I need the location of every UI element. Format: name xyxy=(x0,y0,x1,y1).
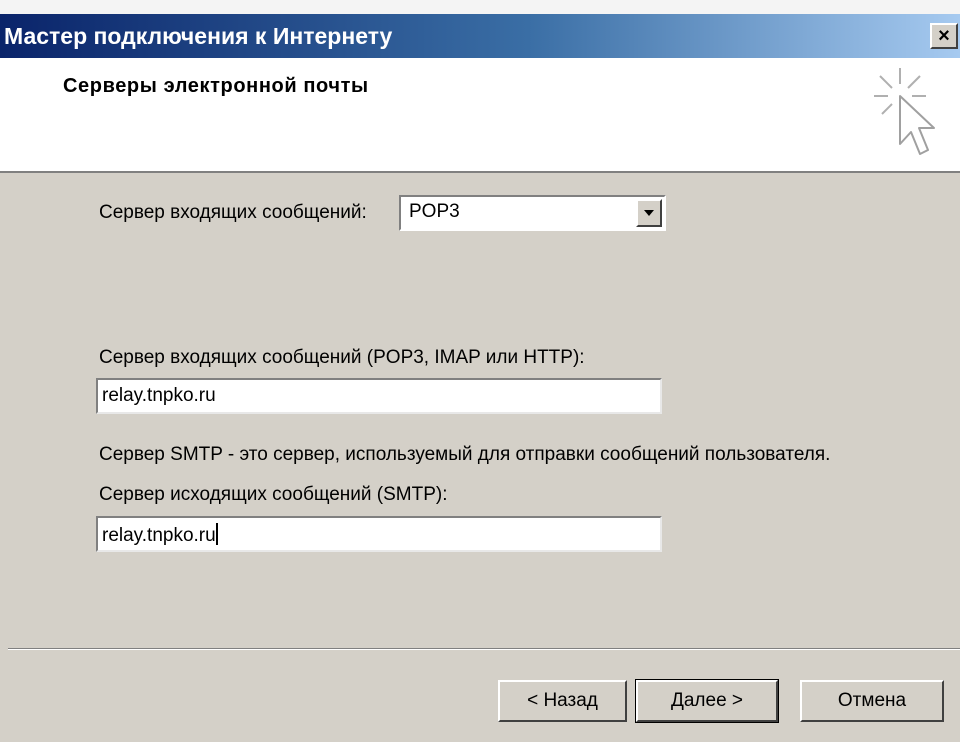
outgoing-server-label: Сервер исходящих сообщений (SMTP): xyxy=(99,484,448,505)
outgoing-server-value: relay.tnpko.ru xyxy=(102,525,216,546)
incoming-server-value: relay.tnpko.ru xyxy=(102,385,216,406)
incoming-server-input[interactable]: relay.tnpko.ru xyxy=(96,378,662,414)
smtp-description: Сервер SMTP - это сервер, используемый д… xyxy=(99,444,831,465)
page-title: Серверы электронной почты xyxy=(63,75,369,97)
incoming-server-label: Сервер входящих сообщений (POP3, IMAP ил… xyxy=(99,347,585,368)
back-button[interactable]: < Назад xyxy=(498,680,627,722)
close-button[interactable]: × xyxy=(930,23,958,49)
incoming-type-select[interactable]: POP3 xyxy=(399,195,666,231)
incoming-type-label: Сервер входящих сообщений: xyxy=(99,202,367,223)
cancel-button[interactable]: Отмена xyxy=(800,680,944,722)
top-strip xyxy=(0,0,960,14)
footer-divider xyxy=(8,648,960,650)
chevron-down-icon xyxy=(644,210,654,216)
outgoing-server-input[interactable]: relay.tnpko.ru xyxy=(96,516,662,552)
dropdown-button[interactable] xyxy=(636,199,662,227)
incoming-type-value: POP3 xyxy=(409,201,460,222)
wizard-cursor-icon xyxy=(874,68,935,155)
next-button[interactable]: Далее > xyxy=(635,679,779,723)
internet-connection-wizard-window: Мастер подключения к Интернету × Серверы… xyxy=(0,0,960,742)
close-icon: × xyxy=(938,25,950,47)
text-caret xyxy=(215,523,218,545)
window-title: Мастер подключения к Интернету xyxy=(4,23,393,49)
